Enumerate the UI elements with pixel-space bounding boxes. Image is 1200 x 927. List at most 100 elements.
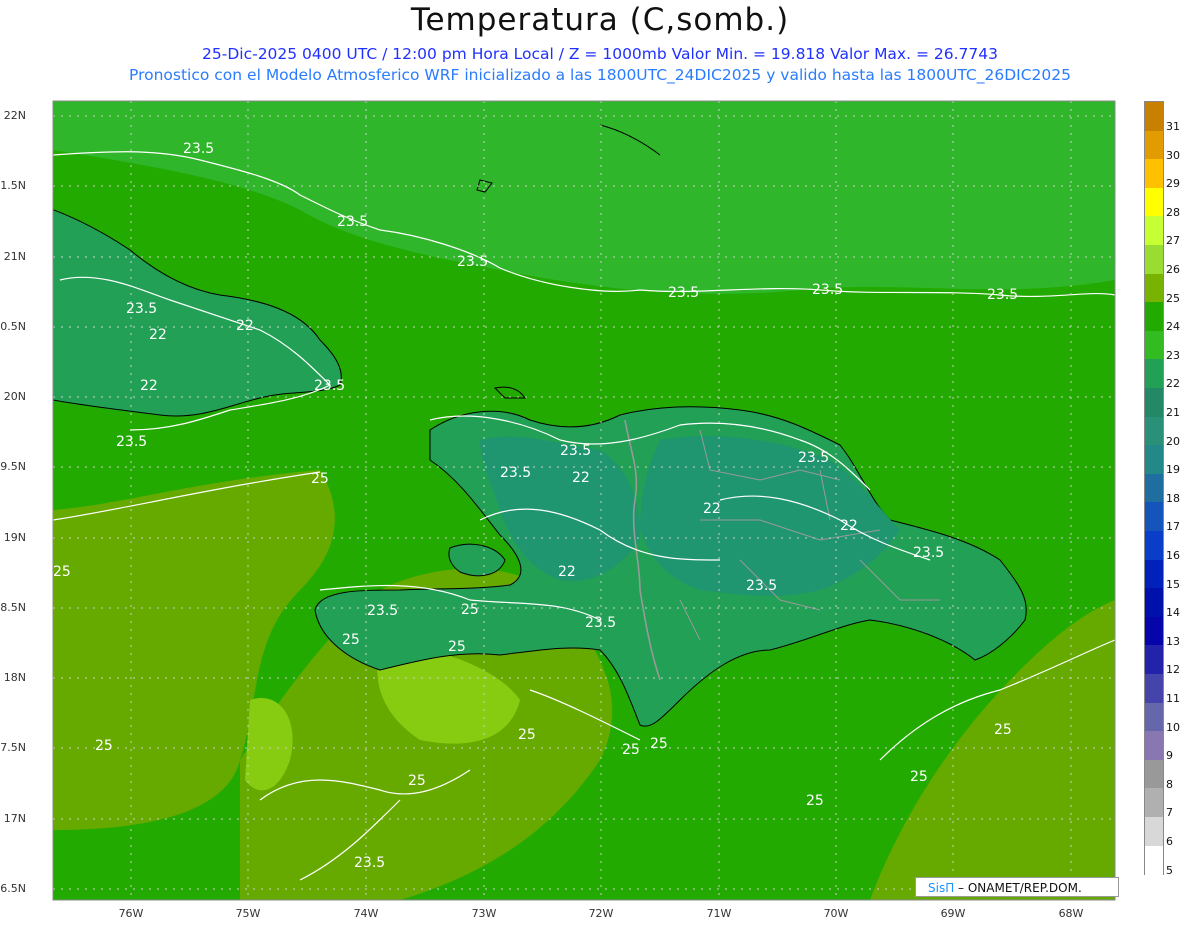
lat-label: 17.5N [0,741,26,754]
contour-label: 23.5 [798,450,829,466]
contour-label: 25 [910,769,928,785]
lon-label: 76W [118,907,144,920]
contour-label: 25 [461,602,479,618]
colorbar-swatch [1145,359,1163,389]
colorbar-swatch [1145,187,1163,218]
credit-text: – ONAMET/REP.DOM. [954,881,1082,895]
colorbar-swatch [1145,645,1163,675]
colorbar-swatch [1145,273,1163,304]
lat-label: 21N [3,250,26,263]
contour-label: 23.5 [116,434,147,450]
lat-label: 19N [3,531,26,544]
colorbar-swatch [1145,330,1163,361]
colorbar-label: 11 [1166,692,1180,705]
contour-label: 25 [994,722,1012,738]
credit-box: SisΠ – ONAMET/REP.DOM. [915,877,1119,897]
contour-label: 23.5 [812,282,843,298]
contour-label: 23.5 [668,285,699,301]
colorbar-swatch [1145,130,1163,161]
colorbar-swatch [1145,788,1163,818]
lon-label: 75W [235,907,261,920]
colorbar-swatch [1145,159,1163,189]
contour-label: 25 [518,727,536,743]
lat-label: 19.5N [0,460,26,473]
contour-label: 22 [140,378,158,394]
contour-label: 23.5 [560,443,591,459]
contour-label: 23.5 [183,141,214,157]
contour-label: 23.5 [457,254,488,270]
colorbar-swatch [1145,216,1163,246]
contour-label: 23.5 [746,578,777,594]
colorbar-swatch [1145,559,1163,590]
lon-label: 70W [823,907,849,920]
lat-label: 18N [3,671,26,684]
lon-label: 73W [471,907,497,920]
colorbar-label: 10 [1166,720,1180,734]
colorbar-swatch [1145,502,1163,532]
contour-label: 22 [558,564,576,580]
colorbar-swatch [1145,674,1163,704]
contour-label: 23.5 [987,287,1018,303]
temperature-map: 23.5 23.5 23.5 23.5 23.5 23.5 23.5 22 22… [52,100,1116,901]
colorbar-label: 14 [1166,606,1180,620]
contour-label: 25 [95,738,113,754]
colorbar-label: 8 [1166,777,1173,791]
lat-label: 20.5N [0,320,26,333]
colorbar-swatch [1145,702,1163,733]
colorbar-swatch [1145,817,1163,847]
lon-label: 72W [588,907,614,920]
colorbar-label: 30 [1166,148,1180,162]
contour-label: 25 [806,793,824,809]
colorbar-swatch [1145,245,1163,275]
contour-label: 25 [448,639,466,655]
contour-label: 22 [149,327,167,343]
lat-label: 21.5N [0,179,26,192]
colorbar-label: 13 [1166,634,1180,648]
contour-label: 23.5 [354,855,385,871]
contour-label: 25 [622,742,640,758]
colorbar-label: 17 [1166,520,1180,534]
lat-label: 18.5N [0,601,26,614]
colorbar-swatch [1145,388,1163,418]
contour-label: 23.5 [126,301,157,317]
colorbar-label: 18 [1166,491,1180,505]
contour-label: 25 [53,564,71,580]
contour-label: 22 [840,518,858,534]
colorbar-label: 12 [1166,663,1180,677]
colorbar-label: 24 [1166,320,1180,334]
contour-label: 23.5 [314,378,345,394]
contour-label: 25 [650,736,668,752]
colorbar-swatch [1145,731,1163,761]
colorbar-label: 23 [1166,348,1180,362]
contour-label: 25 [408,773,426,789]
colorbar-label: 29 [1166,177,1180,191]
contour-label: 23.5 [500,465,531,481]
colorbar-label: 9 [1166,749,1173,763]
credit-brand: SisΠ [928,881,955,895]
lat-label: 17N [3,812,26,825]
lat-label: 20N [3,390,26,403]
colorbar-swatch [1145,588,1163,618]
contour-label: 22 [236,318,254,334]
colorbar-label: 19 [1166,463,1180,477]
lon-label: 71W [706,907,732,920]
contour-label: 23.5 [367,603,398,619]
contour-label: 23.5 [913,545,944,561]
colorbar-label: 7 [1166,806,1173,820]
colorbar-swatch [1145,102,1163,132]
colorbar-label: 25 [1166,291,1180,305]
contour-label: 23.5 [585,615,616,631]
colorbar-swatch [1145,845,1163,876]
colorbar-label: 28 [1166,205,1180,219]
colorbar-label: 27 [1166,234,1180,248]
contour-label: 22 [572,470,590,486]
colorbar-label: 20 [1166,434,1180,448]
colorbar-swatch [1145,531,1163,561]
colorbar-label: 16 [1166,549,1180,562]
lon-label: 69W [940,907,966,920]
colorbar-swatch [1145,416,1163,447]
colorbar-swatch [1145,302,1163,332]
colorbar-label: 31 [1166,120,1180,133]
colorbar-label: 22 [1166,377,1180,391]
colorbar-swatch [1145,473,1163,504]
